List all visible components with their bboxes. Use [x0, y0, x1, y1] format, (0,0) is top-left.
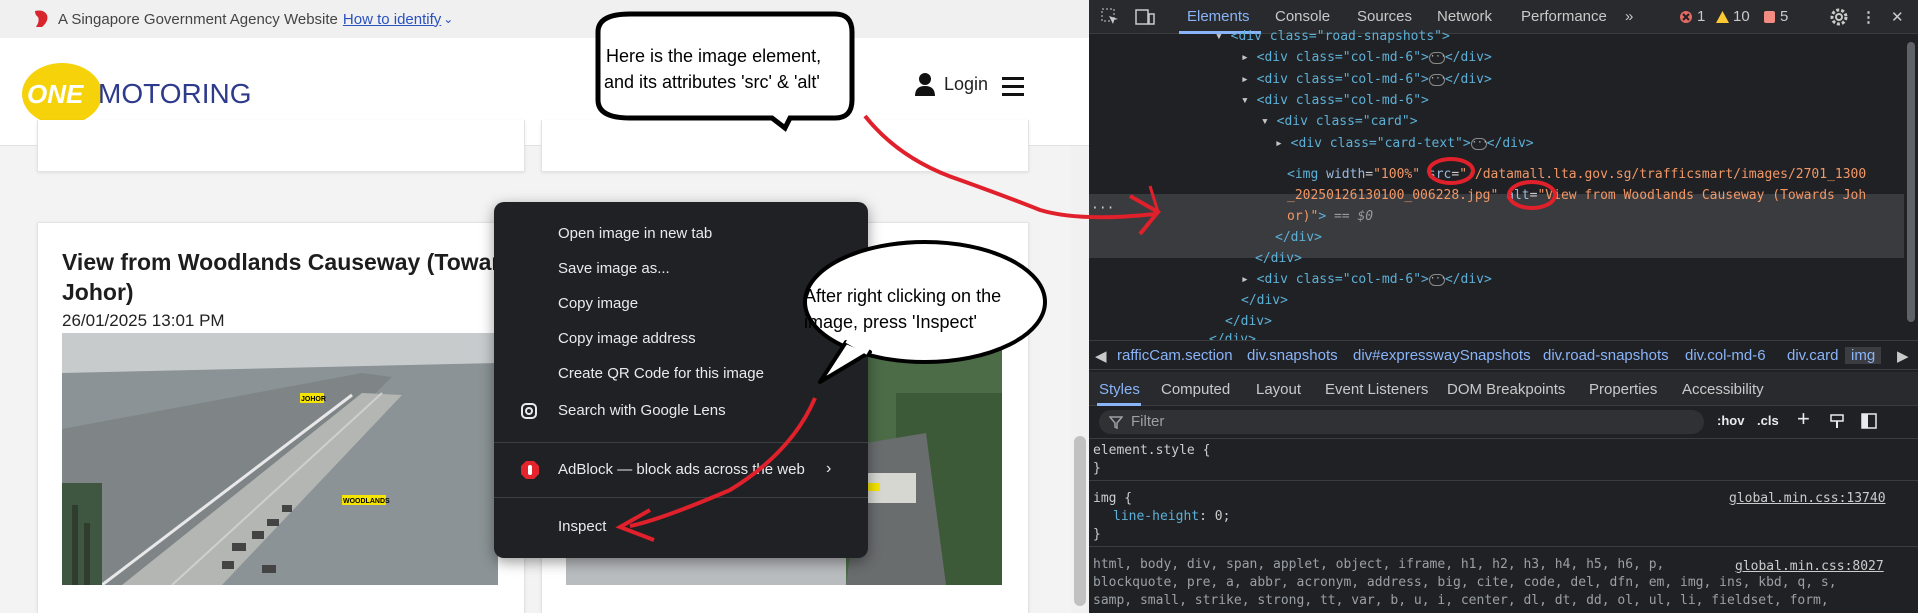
top-speech-bubble: [595, 11, 855, 132]
alt-highlight-circle: [1507, 180, 1557, 210]
arrow-to-devtools: [863, 114, 1156, 220]
top-bubble-line-2: and its attributes 'src' & 'alt': [604, 72, 820, 92]
top-bubble-line-1: Here is the image element,: [606, 46, 821, 66]
src-highlight-circle: [1427, 157, 1475, 185]
arrow-to-inspect: [629, 397, 817, 528]
screenshot: A Singapore Government Agency Website Ho…: [0, 0, 1918, 613]
mid-bubble-line-2: image, press 'Inspect': [804, 312, 977, 332]
mid-bubble-line-1: After right clicking on the: [804, 286, 1001, 306]
annotation-overlay: Here is the image element, and its attri…: [595, 11, 1557, 542]
